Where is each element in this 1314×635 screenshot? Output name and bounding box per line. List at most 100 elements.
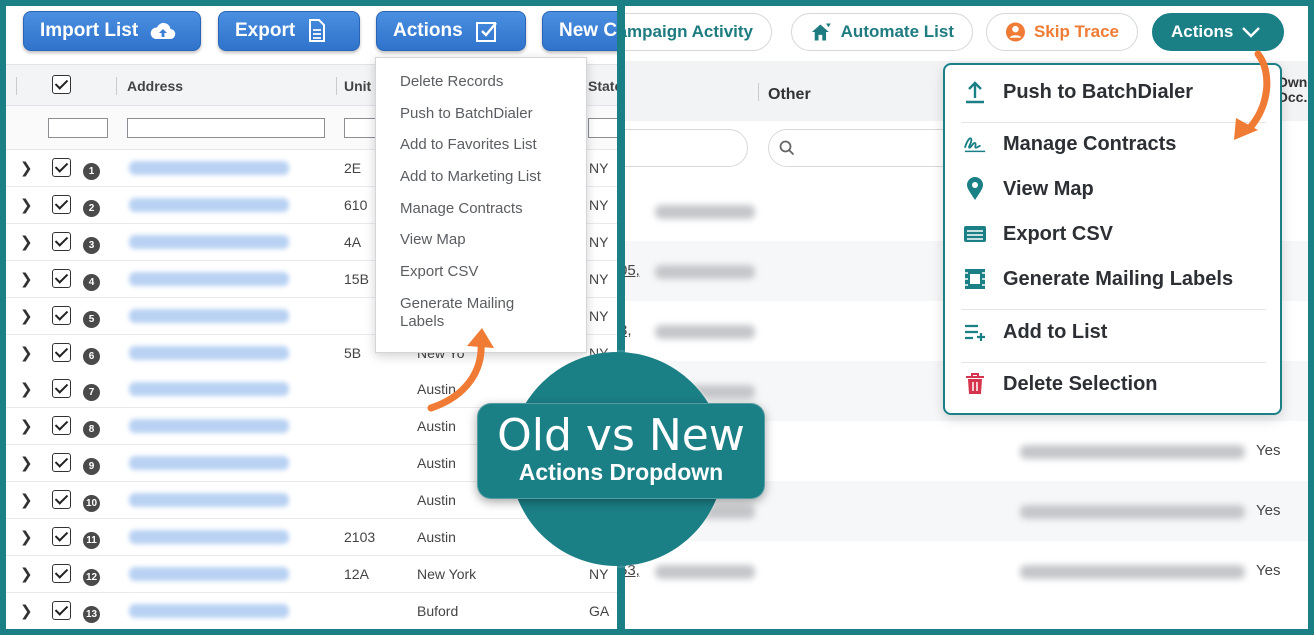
row-number-badge: 11 xyxy=(83,532,100,549)
address-redacted[interactable] xyxy=(129,271,289,286)
column-header-address[interactable]: Address xyxy=(127,78,183,94)
old-menu-item-add-favorites[interactable]: Add to Favorites List xyxy=(376,136,586,168)
chevron-right-icon[interactable]: ❯ xyxy=(20,344,33,362)
export-button[interactable]: Export xyxy=(218,11,360,51)
old-menu-item-view-map[interactable]: View Map xyxy=(376,231,586,263)
row-checkbox[interactable] xyxy=(52,527,71,546)
row-checkbox[interactable] xyxy=(52,231,71,251)
new-menu-item-manage-contracts[interactable]: Manage Contracts xyxy=(963,132,1266,156)
row-checkbox[interactable] xyxy=(52,342,71,362)
new-menu-label: Manage Contracts xyxy=(1003,132,1177,155)
row-checkbox[interactable] xyxy=(52,490,71,510)
row-checkbox[interactable] xyxy=(52,194,71,214)
address-redacted[interactable] xyxy=(129,382,289,397)
column-separator xyxy=(336,77,337,95)
row-checkbox[interactable] xyxy=(52,268,71,288)
filter-input-state[interactable] xyxy=(588,118,617,138)
chevron-right-icon[interactable]: ❯ xyxy=(20,380,33,398)
row-checkbox[interactable] xyxy=(52,416,71,436)
chevron-right-icon[interactable]: ❯ xyxy=(20,602,33,620)
new-menu-item-push-batchdialer[interactable]: Push to BatchDialer xyxy=(963,80,1266,104)
new-toolbar: Campaign Activity Automate List Skip Tra… xyxy=(625,6,1308,61)
new-actions-button[interactable]: Actions xyxy=(1152,13,1284,51)
address-redacted[interactable] xyxy=(129,308,289,323)
address-redacted[interactable] xyxy=(129,603,289,618)
chevron-right-icon[interactable]: ❯ xyxy=(20,233,33,251)
search-icon xyxy=(779,140,795,156)
old-menu-item-manage-contracts[interactable]: Manage Contracts xyxy=(376,200,586,232)
old-menu-item-add-marketing[interactable]: Add to Marketing List xyxy=(376,168,586,200)
row-checkbox[interactable] xyxy=(52,379,71,399)
table-row[interactable]: ❯ 11 2103 Austin xyxy=(6,519,617,556)
chevron-right-icon[interactable]: ❯ xyxy=(20,196,33,214)
new-menu-item-view-map[interactable]: View Map xyxy=(963,177,1266,201)
phone-link[interactable]: 05, xyxy=(625,262,640,279)
old-menu-item-push-batchdialer[interactable]: Push to BatchDialer xyxy=(376,105,586,137)
new-menu-item-export-csv[interactable]: Export CSV xyxy=(963,222,1266,246)
phone-link[interactable]: 3, xyxy=(625,322,632,339)
filter-search-other[interactable] xyxy=(768,129,968,167)
chevron-right-icon[interactable]: ❯ xyxy=(20,159,33,177)
new-menu-label: Export CSV xyxy=(1003,222,1114,245)
chevron-right-icon[interactable]: ❯ xyxy=(20,565,33,583)
chevron-right-icon[interactable]: ❯ xyxy=(20,417,33,435)
state-cell: GA xyxy=(589,602,610,619)
address-redacted[interactable] xyxy=(129,456,289,471)
table-row[interactable]: 53,Yes xyxy=(625,541,1308,601)
filter-input-select[interactable] xyxy=(48,118,108,138)
automate-house-icon xyxy=(811,23,831,41)
skip-trace-label: Skip Trace xyxy=(1033,22,1119,41)
row-checkbox[interactable] xyxy=(52,158,71,177)
column-header-other[interactable]: Other xyxy=(768,86,811,104)
chevron-down-icon xyxy=(1242,27,1261,38)
chevron-right-icon[interactable]: ❯ xyxy=(20,307,33,325)
old-menu-item-delete-records[interactable]: Delete Records xyxy=(376,73,586,105)
address-redacted[interactable] xyxy=(129,234,289,249)
trash-icon xyxy=(963,372,987,396)
new-menu-item-add-to-list[interactable]: Add to List xyxy=(963,320,1266,344)
chevron-right-icon[interactable]: ❯ xyxy=(20,491,33,509)
old-actions-button[interactable]: Actions xyxy=(376,11,526,51)
city-cell: Austin xyxy=(417,418,456,435)
signature-icon xyxy=(963,132,987,156)
old-toolbar: Import List Export Actions New C xyxy=(6,6,617,64)
address-redacted[interactable] xyxy=(129,530,289,544)
row-number-badge: 5 xyxy=(83,310,100,328)
address-redacted[interactable] xyxy=(129,345,289,360)
column-header-state[interactable]: State xyxy=(588,78,617,94)
row-checkbox[interactable] xyxy=(52,563,71,583)
new-menu-label: Push to BatchDialer xyxy=(1003,80,1194,103)
new-menu-label: View Map xyxy=(1003,177,1094,200)
row-checkbox[interactable] xyxy=(52,305,71,325)
chevron-right-icon[interactable]: ❯ xyxy=(20,528,33,546)
automate-list-button[interactable]: Automate List xyxy=(791,13,973,51)
address-redacted[interactable] xyxy=(129,419,289,434)
address-redacted[interactable] xyxy=(129,161,289,175)
list-add-icon xyxy=(963,320,987,344)
column-header-unit[interactable]: Unit xyxy=(344,78,371,94)
select-all-checkbox[interactable] xyxy=(52,75,71,94)
row-number-badge: 10 xyxy=(83,495,100,513)
new-menu-item-mailing-labels[interactable]: Generate Mailing Labels xyxy=(963,267,1266,291)
table-row[interactable]: ❯ 12 12A New York NY xyxy=(6,555,617,593)
chevron-right-icon[interactable]: ❯ xyxy=(20,270,33,288)
state-cell: NY xyxy=(589,307,609,324)
address-redacted[interactable] xyxy=(129,566,289,581)
filter-search-field[interactable] xyxy=(625,129,748,167)
new-menu-label: Generate Mailing Labels xyxy=(1003,267,1234,290)
new-campaign-button[interactable]: New C xyxy=(542,11,617,51)
row-checkbox[interactable] xyxy=(52,453,71,473)
filter-input-address[interactable] xyxy=(127,118,325,138)
chevron-right-icon[interactable]: ❯ xyxy=(20,454,33,472)
address-redacted[interactable] xyxy=(129,493,289,508)
address-redacted[interactable] xyxy=(129,197,289,212)
row-number-badge: 12 xyxy=(83,568,100,586)
skip-trace-button[interactable]: Skip Trace xyxy=(986,13,1138,51)
row-number-badge: 4 xyxy=(83,273,100,291)
campaign-activity-button[interactable]: Campaign Activity xyxy=(625,13,772,51)
row-checkbox[interactable] xyxy=(52,600,71,620)
new-menu-item-delete-selection[interactable]: Delete Selection xyxy=(963,372,1266,396)
table-row[interactable]: ❯ 13 Buford GA xyxy=(6,592,617,629)
import-list-button[interactable]: Import List xyxy=(23,11,201,51)
old-menu-item-export-csv[interactable]: Export CSV xyxy=(376,263,586,295)
